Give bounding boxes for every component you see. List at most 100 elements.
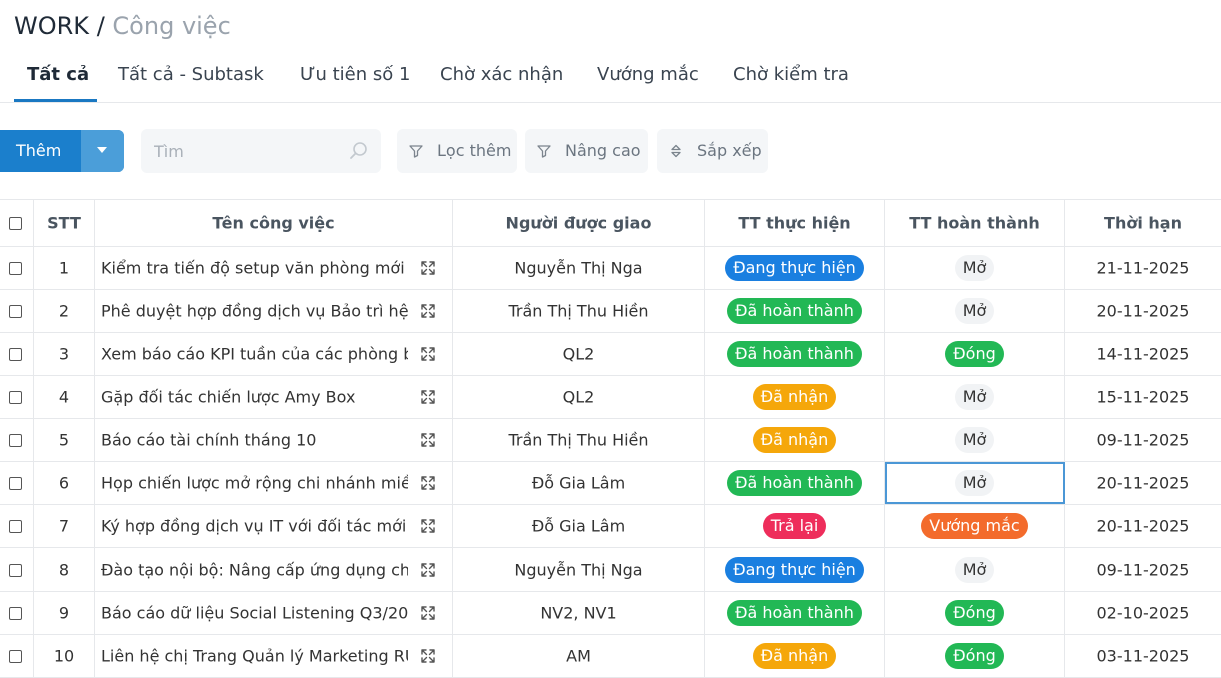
deadline-cell[interactable]: 02-10-2025: [1065, 592, 1221, 634]
row-checkbox[interactable]: [9, 563, 22, 577]
deadline-cell[interactable]: 21-11-2025: [1065, 247, 1221, 289]
sort-button[interactable]: Sắp xếp: [657, 129, 768, 173]
tab-all-subtask[interactable]: Tất cả - Subtask: [118, 64, 264, 85]
column-header-deadline[interactable]: Thời hạn: [1065, 200, 1221, 246]
assignee-cell[interactable]: Nguyễn Thị Nga: [453, 247, 705, 289]
task-name-cell[interactable]: Liên hệ chị Trang Quản lý Marketing RUBY: [95, 635, 453, 677]
expand-icon[interactable]: [420, 346, 436, 362]
exec-status-cell[interactable]: Đang thực hiện: [705, 247, 885, 289]
task-name-cell[interactable]: Báo cáo dữ liệu Social Listening Q3/2025: [95, 592, 453, 634]
tab-blocked[interactable]: Vướng mắc: [597, 64, 699, 85]
row-checkbox[interactable]: [9, 477, 22, 490]
assignee-cell[interactable]: AM: [453, 635, 705, 677]
table-row[interactable]: 9 Báo cáo dữ liệu Social Listening Q3/202…: [0, 592, 1221, 635]
search-input[interactable]: [141, 129, 341, 173]
expand-icon[interactable]: [420, 605, 436, 621]
row-checkbox[interactable]: [9, 520, 22, 533]
assignee-cell[interactable]: Trần Thị Thu Hiền: [453, 419, 705, 461]
expand-icon[interactable]: [420, 562, 436, 578]
task-name-cell[interactable]: Kiểm tra tiến độ setup văn phòng mới: [95, 247, 453, 289]
row-checkbox[interactable]: [9, 305, 22, 318]
table-row[interactable]: 10 Liên hệ chị Trang Quản lý Marketing RU…: [0, 635, 1221, 678]
row-checkbox[interactable]: [9, 262, 22, 275]
assignee-cell[interactable]: QL2: [453, 376, 705, 418]
deadline-cell[interactable]: 20-11-2025: [1065, 505, 1221, 547]
table-row[interactable]: 7 Ký hợp đồng dịch vụ IT với đối tác mới Đ…: [0, 505, 1221, 548]
expand-icon[interactable]: [420, 432, 436, 448]
done-status-cell[interactable]: Đóng: [885, 592, 1065, 634]
assignee-cell[interactable]: Nguyễn Thị Nga: [453, 548, 705, 591]
exec-status-cell[interactable]: Đã nhận: [705, 419, 885, 461]
exec-status-cell[interactable]: Trả lại: [705, 505, 885, 547]
exec-status-cell[interactable]: Đang thực hiện: [705, 548, 885, 591]
table-row[interactable]: 1 Kiểm tra tiến độ setup văn phòng mới Ngu…: [0, 247, 1221, 290]
task-name-cell[interactable]: Xem báo cáo KPI tuần của các phòng ban: [95, 333, 453, 375]
expand-icon[interactable]: [420, 303, 436, 319]
deadline-cell[interactable]: 20-11-2025: [1065, 290, 1221, 332]
table-row[interactable]: 5 Báo cáo tài chính tháng 10 Trần Thị Thu …: [0, 419, 1221, 462]
exec-status-cell[interactable]: Đã hoàn thành: [705, 462, 885, 504]
tab-pending-confirmation[interactable]: Chờ xác nhận: [440, 64, 563, 85]
search-icon[interactable]: [349, 141, 369, 161]
expand-icon[interactable]: [420, 648, 436, 664]
column-header-assignee[interactable]: Người được giao: [453, 200, 705, 246]
add-dropdown-toggle[interactable]: [81, 130, 124, 172]
table-row[interactable]: 6 Họp chiến lược mở rộng chi nhánh miền N…: [0, 462, 1221, 505]
row-checkbox[interactable]: [9, 607, 22, 620]
expand-icon[interactable]: [420, 389, 436, 405]
tab-priority-1[interactable]: Ưu tiên số 1: [300, 64, 410, 85]
done-status-cell[interactable]: Vướng mắc: [885, 505, 1065, 547]
assignee-cell[interactable]: QL2: [453, 333, 705, 375]
table-row[interactable]: 3 Xem báo cáo KPI tuần của các phòng ban Q…: [0, 333, 1221, 376]
deadline-cell[interactable]: 09-11-2025: [1065, 419, 1221, 461]
expand-icon[interactable]: [420, 518, 436, 534]
column-header-done-status[interactable]: TT hoàn thành: [885, 200, 1065, 246]
deadline-cell[interactable]: 20-11-2025: [1065, 462, 1221, 504]
exec-status-cell[interactable]: Đã nhận: [705, 635, 885, 677]
row-checkbox[interactable]: [9, 650, 22, 663]
expand-icon[interactable]: [420, 260, 436, 276]
done-status-cell[interactable]: Mở: [885, 462, 1065, 504]
task-name-cell[interactable]: Phê duyệt hợp đồng dịch vụ Bảo trì hệ th…: [95, 290, 453, 332]
deadline-cell[interactable]: 15-11-2025: [1065, 376, 1221, 418]
done-status-cell[interactable]: Mở: [885, 247, 1065, 289]
filter-more-button[interactable]: Lọc thêm: [397, 129, 517, 173]
done-status-cell[interactable]: Mở: [885, 419, 1065, 461]
done-status-cell[interactable]: Mở: [885, 376, 1065, 418]
exec-status-cell[interactable]: Đã nhận: [705, 376, 885, 418]
tab-all[interactable]: Tất cả: [27, 64, 89, 85]
done-status-cell[interactable]: Đóng: [885, 333, 1065, 375]
done-status-cell[interactable]: Mở: [885, 548, 1065, 591]
task-name-cell[interactable]: Ký hợp đồng dịch vụ IT với đối tác mới: [95, 505, 453, 547]
page-subtitle[interactable]: Công việc: [112, 12, 230, 40]
exec-status-cell[interactable]: Đã hoàn thành: [705, 290, 885, 332]
exec-status-cell[interactable]: Đã hoàn thành: [705, 592, 885, 634]
tab-pending-review[interactable]: Chờ kiểm tra: [733, 64, 849, 85]
assignee-cell[interactable]: Đỗ Gia Lâm: [453, 505, 705, 547]
deadline-cell[interactable]: 09-11-2025: [1065, 548, 1221, 591]
column-header-stt[interactable]: STT: [34, 200, 95, 246]
task-name-cell[interactable]: Gặp đối tác chiến lược Amy Box: [95, 376, 453, 418]
deadline-cell[interactable]: 14-11-2025: [1065, 333, 1221, 375]
table-row[interactable]: 8 Đào tạo nội bộ: Nâng cấp ứng dụng cho n…: [0, 548, 1221, 592]
table-row[interactable]: 4 Gặp đối tác chiến lược Amy Box QL2 Đã nhậ…: [0, 376, 1221, 419]
assignee-cell[interactable]: NV2, NV1: [453, 592, 705, 634]
assignee-cell[interactable]: Trần Thị Thu Hiền: [453, 290, 705, 332]
row-checkbox[interactable]: [9, 348, 22, 361]
task-name-cell[interactable]: Đào tạo nội bộ: Nâng cấp ứng dụng cho nh…: [95, 548, 453, 591]
task-name-cell[interactable]: Họp chiến lược mở rộng chi nhánh miền Na…: [95, 462, 453, 504]
advanced-filter-button[interactable]: Nâng cao: [525, 129, 648, 173]
row-checkbox[interactable]: [9, 434, 22, 447]
assignee-cell[interactable]: Đỗ Gia Lâm: [453, 462, 705, 504]
row-checkbox[interactable]: [9, 391, 22, 404]
done-status-cell[interactable]: Đóng: [885, 635, 1065, 677]
table-row[interactable]: 2 Phê duyệt hợp đồng dịch vụ Bảo trì hệ t…: [0, 290, 1221, 333]
expand-icon[interactable]: [420, 475, 436, 491]
done-status-cell[interactable]: Mở: [885, 290, 1065, 332]
add-button[interactable]: Thêm: [0, 130, 124, 172]
task-name-cell[interactable]: Báo cáo tài chính tháng 10: [95, 419, 453, 461]
exec-status-cell[interactable]: Đã hoàn thành: [705, 333, 885, 375]
deadline-cell[interactable]: 03-11-2025: [1065, 635, 1221, 677]
column-header-exec-status[interactable]: TT thực hiện: [705, 200, 885, 246]
select-all-checkbox[interactable]: [9, 217, 22, 230]
